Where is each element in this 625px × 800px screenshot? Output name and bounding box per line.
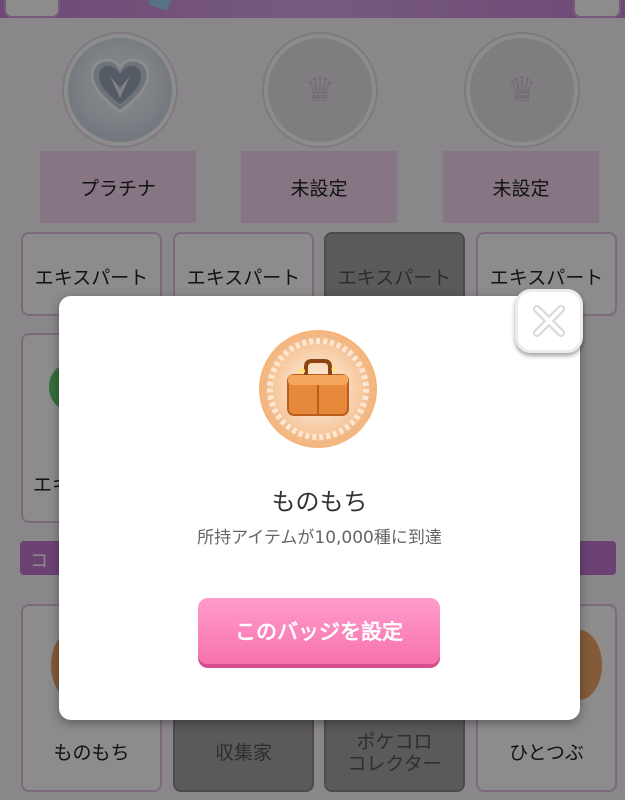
close-button[interactable] xyxy=(515,289,583,353)
close-icon xyxy=(533,305,565,337)
set-badge-button[interactable]: このバッジを設定 xyxy=(198,598,440,664)
dialog-description: 所持アイテムが10,000種に到達 xyxy=(197,528,442,548)
suitcase-badge-icon xyxy=(262,333,374,445)
dialog-title: ものもち xyxy=(271,488,368,516)
